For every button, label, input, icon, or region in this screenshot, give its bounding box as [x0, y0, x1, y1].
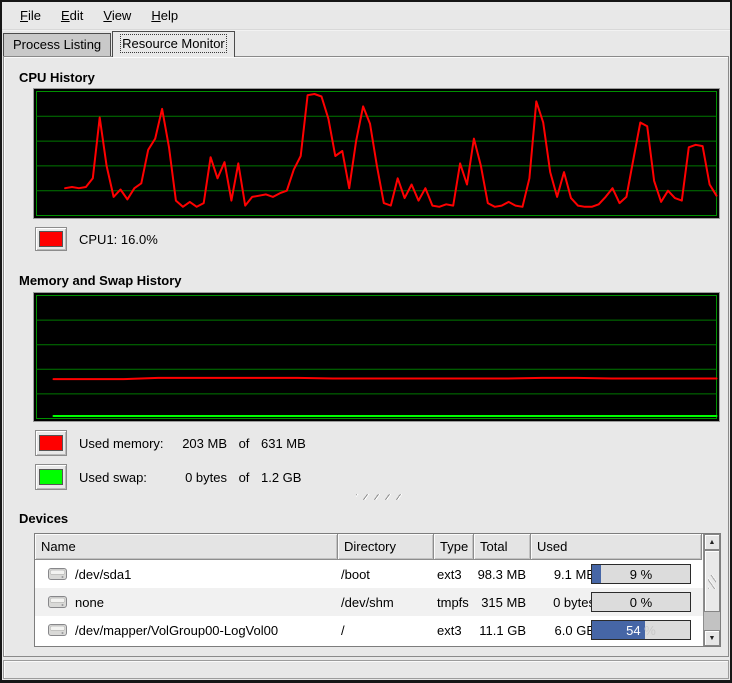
device-type: ext3 [437, 560, 462, 588]
device-used: 0 bytes [531, 588, 595, 616]
usage-progress-bar: 9 %9 % [591, 564, 691, 584]
menu-label: elp [161, 8, 178, 23]
table-row[interactable]: none/dev/shm tmpfs315 MB0 bytes0 %0 % [35, 588, 704, 616]
column-header-name[interactable]: Name [35, 534, 338, 560]
drive-icon [48, 616, 67, 644]
total-memory-value: 631 MB [261, 436, 306, 451]
menu-mnemonic: F [20, 8, 28, 23]
pane-resize-grip[interactable] [356, 494, 402, 500]
usage-percent-label: 9 % [592, 565, 601, 583]
usage-percent-label: 9 % [592, 565, 690, 583]
menu-edit[interactable]: Edit [51, 4, 93, 27]
memory-color-swatch [39, 435, 63, 451]
status-bar [3, 660, 729, 679]
cpu-history-title: CPU History [19, 70, 95, 85]
device-directory: /dev/shm [341, 588, 394, 616]
cpu-color-swatch [39, 231, 63, 247]
device-type: tmpfs [437, 588, 469, 616]
device-used: 6.0 GB [531, 616, 595, 644]
table-row[interactable]: /dev/mapper/VolGroup00-LogVol00 / ext3 11.1… [35, 616, 704, 644]
menu-mnemonic: V [103, 8, 111, 23]
cpu-legend-label: CPU1: 16.0% [79, 232, 158, 247]
swap-color-button[interactable] [35, 464, 67, 490]
devices-table: NameDirectoryTypeTotalUsed /dev/sda1/boo… [34, 533, 721, 647]
tab-label: Resource Monitor [122, 36, 225, 51]
usage-progress-fill: 54 % [592, 621, 645, 639]
menu-mnemonic: H [151, 8, 160, 23]
menu-mnemonic: E [61, 8, 70, 23]
used-memory-label: Used memory: [79, 436, 175, 451]
device-type: ext3 [437, 616, 462, 644]
memory-history-plot [34, 293, 719, 421]
device-name: /dev/mapper/VolGroup00-LogVol00 [75, 616, 278, 644]
device-directory: / [341, 616, 345, 644]
menu-label: iew [112, 8, 132, 23]
memory-color-button[interactable] [35, 430, 67, 456]
device-name: /dev/sda1 [75, 560, 131, 588]
table-row[interactable]: /dev/sda1/boot ext3 98.3 MB9.1 MB9 %9 % [35, 560, 704, 588]
cpu-history-plot [34, 89, 719, 218]
used-swap-value: 0 bytes [175, 470, 227, 485]
tab-resource-monitor[interactable]: Resource Monitor [112, 31, 235, 57]
memory-history-chart [33, 292, 720, 422]
of-text: of [233, 470, 255, 485]
of-text: of [233, 436, 255, 451]
usage-percent-label: 54 % [592, 621, 645, 639]
used-memory-legend: Used memory:203 MB of 631 MB [35, 430, 306, 456]
cpu-color-button[interactable] [35, 227, 67, 251]
tab-process-listing[interactable]: Process Listing [3, 33, 111, 57]
usage-progress-bar: 0 %0 % [591, 592, 691, 612]
scroll-up-arrow-icon[interactable]: ▲ [704, 534, 720, 550]
devices-table-header: NameDirectoryTypeTotalUsed [35, 534, 704, 560]
scroll-down-arrow-icon[interactable]: ▼ [704, 630, 720, 646]
devices-title: Devices [19, 511, 68, 526]
used-memory-value: 203 MB [175, 436, 227, 451]
vertical-scrollbar[interactable]: ▲ ▼ [703, 534, 720, 646]
swap-color-swatch [39, 469, 63, 485]
menu-view[interactable]: View [93, 4, 141, 27]
tab-bar: Process Listing Resource Monitor [3, 31, 236, 57]
scrollbar-thumb[interactable] [704, 550, 720, 612]
used-swap-text: Used swap:0 bytes of 1.2 GB [79, 470, 301, 485]
tab-label: Process Listing [13, 37, 101, 52]
usage-percent-label: 0 % [592, 593, 690, 611]
column-header-total[interactable]: Total [474, 534, 531, 560]
usage-progress-bar: 54 %54 % [591, 620, 691, 640]
menu-help[interactable]: Help [141, 4, 188, 27]
used-swap-label: Used swap: [79, 470, 175, 485]
menu-file[interactable]: File [10, 4, 51, 27]
device-name: none [75, 588, 104, 616]
drive-icon [48, 588, 67, 616]
drive-icon [48, 560, 67, 588]
used-swap-legend: Used swap:0 bytes of 1.2 GB [35, 464, 301, 490]
scrollbar-grip-icon [708, 575, 716, 589]
usage-progress-fill: 9 % [592, 565, 601, 583]
menu-label: dit [70, 8, 84, 23]
device-used: 9.1 MB [531, 560, 595, 588]
resource-monitor-page: CPU History CPU1: 16.0% Memory and Swap … [3, 56, 729, 657]
used-memory-text: Used memory:203 MB of 631 MB [79, 436, 306, 451]
app-window: FileEditViewHelp Process Listing Resourc… [0, 0, 732, 683]
menubar: FileEditViewHelp [2, 2, 730, 29]
cpu-legend: CPU1: 16.0% [35, 227, 158, 251]
device-directory: /boot [341, 560, 370, 588]
device-total: 11.1 GB [474, 616, 526, 644]
total-swap-value: 1.2 GB [261, 470, 301, 485]
device-total: 98.3 MB [474, 560, 526, 588]
devices-rows: /dev/sda1/boot ext3 98.3 MB9.1 MB9 %9 % non… [35, 560, 704, 646]
column-header-directory[interactable]: Directory [338, 534, 434, 560]
column-header-used[interactable]: Used [531, 534, 702, 560]
menu-label: ile [28, 8, 41, 23]
memory-history-title: Memory and Swap History [19, 273, 182, 288]
device-total: 315 MB [474, 588, 526, 616]
cpu-history-chart [33, 88, 720, 219]
column-header-type[interactable]: Type [434, 534, 474, 560]
